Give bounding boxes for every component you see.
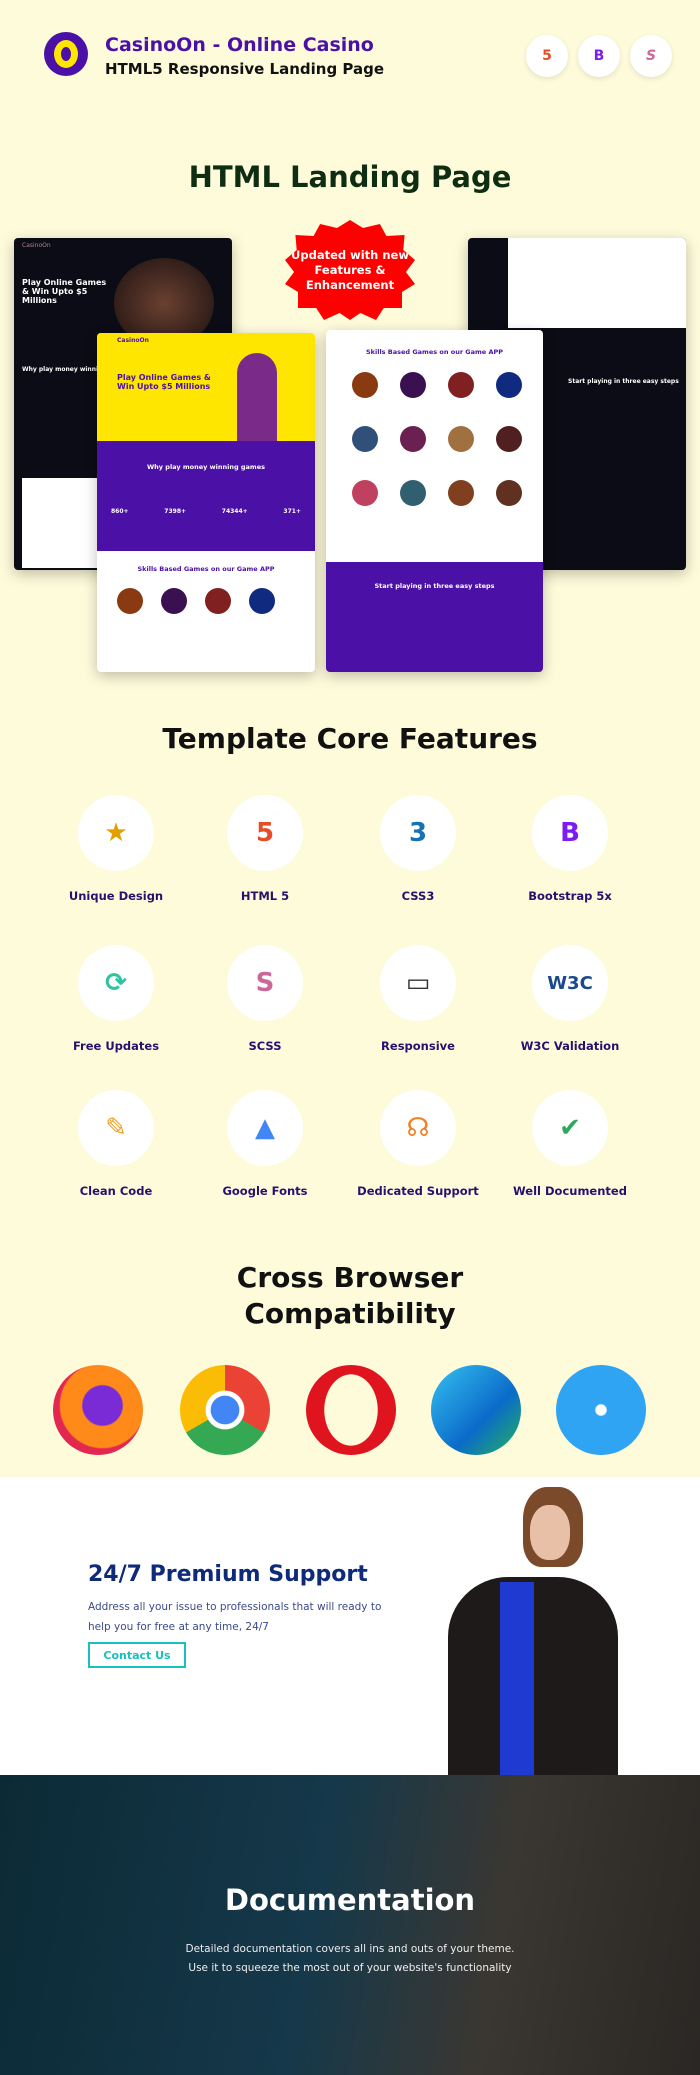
feature-label: Responsive <box>381 1039 455 1053</box>
sass-icon: S <box>630 35 672 77</box>
feature-label: Google Fonts <box>222 1184 308 1198</box>
mock-section: Why play money winning games <box>147 463 265 471</box>
feature-item: ★ Unique Design <box>41 795 191 903</box>
mockup-white: Skills Based Games on our Game APP Start… <box>326 330 543 672</box>
feature-label: Dedicated Support <box>357 1184 479 1198</box>
documented-icon: ✔ <box>532 1090 608 1166</box>
feature-item: ✎ Clean Code <box>41 1090 191 1198</box>
feature-label: Well Documented <box>513 1184 627 1198</box>
clean-code-icon: ✎ <box>78 1090 154 1166</box>
feature-label: SCSS <box>248 1039 282 1053</box>
mockup-yellow: CasinoOn Play Online Games & Win Upto $5… <box>97 333 315 672</box>
feature-label: Bootstrap 5x <box>528 889 612 903</box>
feature-item: ▲ Google Fonts <box>190 1090 340 1198</box>
feature-item: ⟳ Free Updates <box>41 945 191 1053</box>
mock-brand: CasinoOn <box>117 337 149 344</box>
opera-icon <box>306 1365 396 1455</box>
browsers-title: Cross Browser Compatibility <box>236 1261 464 1330</box>
responsive-icon: ▭ <box>380 945 456 1021</box>
brand-title: CasinoOn - Online Casino <box>105 34 374 56</box>
mock-hero: Play Online Games & Win Upto $5 Millions <box>117 373 211 391</box>
brand-subtitle: HTML5 Responsive Landing Page <box>105 60 385 78</box>
google-fonts-icon: ▲ <box>227 1090 303 1166</box>
edge-icon <box>431 1365 521 1455</box>
mock-stats: 860+ 7398+ 74344+ 371+ <box>111 508 301 515</box>
feature-item: W3C W3C Validation <box>495 945 645 1053</box>
feature-label: Clean Code <box>79 1184 153 1198</box>
contact-us-button[interactable]: Contact Us <box>88 1642 186 1668</box>
html5-icon: 5 <box>526 35 568 77</box>
feature-label: W3C Validation <box>520 1039 620 1053</box>
mock-hero-image <box>237 353 277 441</box>
mock-steps-title: Start playing in three easy steps <box>568 378 679 385</box>
support-section: 24/7 Premium Support Address all your is… <box>0 1477 700 1775</box>
mock-hero: Play Online Games & Win Upto $5 Millions <box>22 278 107 305</box>
html5-icon: 5 <box>227 795 303 871</box>
feature-label: Unique Design <box>68 889 164 903</box>
support-headset-icon: ☊ <box>380 1090 456 1166</box>
feature-label: Free Updates <box>72 1039 160 1053</box>
updated-badge: Updated with new Features & Enhancement <box>285 220 415 320</box>
documentation-text: Detailed documentation covers all ins an… <box>185 1943 515 1974</box>
landing-title: HTML Landing Page <box>188 160 512 194</box>
unique-design-icon: ★ <box>78 795 154 871</box>
feature-item: B Bootstrap 5x <box>495 795 645 903</box>
css3-icon: 3 <box>380 795 456 871</box>
bootstrap-icon: B <box>532 795 608 871</box>
features-title: Template Core Features <box>162 722 538 755</box>
feature-label: CSS3 <box>401 889 435 903</box>
firefox-icon <box>53 1365 143 1455</box>
mock-games-title: Skills Based Games on our Game APP <box>365 348 504 356</box>
feature-item: 3 CSS3 <box>343 795 493 903</box>
w3c-icon: W3C <box>532 945 608 1021</box>
feature-item: ▭ Responsive <box>343 945 493 1053</box>
feature-label: HTML 5 <box>240 889 290 903</box>
mock-games-title: Skills Based Games on our Game APP <box>137 565 275 573</box>
casinoon-logo <box>44 32 88 76</box>
chrome-icon <box>180 1365 270 1455</box>
mock-steps-title: Start playing in three easy steps <box>374 582 495 590</box>
support-agent-image <box>448 1487 618 1775</box>
documentation-title: Documentation <box>224 1883 476 1917</box>
free-updates-icon: ⟳ <box>78 945 154 1021</box>
support-title: 24/7 Premium Support <box>88 1562 368 1587</box>
mock-brand: CasinoOn <box>22 242 51 249</box>
feature-item: ☊ Dedicated Support <box>343 1090 493 1198</box>
mock-games-grid <box>22 478 102 568</box>
feature-item: S SCSS <box>190 945 340 1053</box>
documentation-section: Documentation Detailed documentation cov… <box>0 1775 700 2075</box>
mock-games-grid <box>508 238 686 328</box>
sass-icon: S <box>227 945 303 1021</box>
bootstrap-icon: B <box>578 35 620 77</box>
feature-item: ✔ Well Documented <box>495 1090 645 1198</box>
safari-icon <box>556 1365 646 1455</box>
feature-item: 5 HTML 5 <box>190 795 340 903</box>
support-text: Address all your issue to professionals … <box>88 1601 382 1633</box>
